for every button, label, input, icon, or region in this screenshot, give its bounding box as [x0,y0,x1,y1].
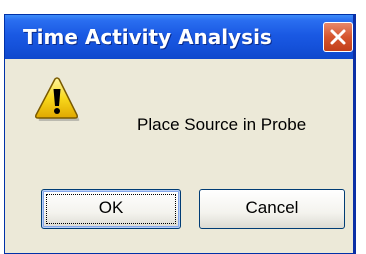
dialog-message: Place Source in Probe [137,115,307,134]
dialog-title: Time Activity Analysis [23,25,272,49]
title-bar[interactable]: Time Activity Analysis [5,15,353,59]
cancel-button[interactable]: Cancel [199,189,345,229]
ok-button[interactable]: OK [41,189,181,229]
warning-icon [35,77,80,121]
cancel-button-label: Cancel [245,198,299,217]
close-icon [330,29,346,45]
close-button[interactable] [323,22,353,52]
dialog-body: Place Source in Probe OK Cancel [5,59,353,253]
dialog-window: Time Activity Analysis Place Source in P… [4,14,356,254]
focus-rectangle [46,194,176,224]
